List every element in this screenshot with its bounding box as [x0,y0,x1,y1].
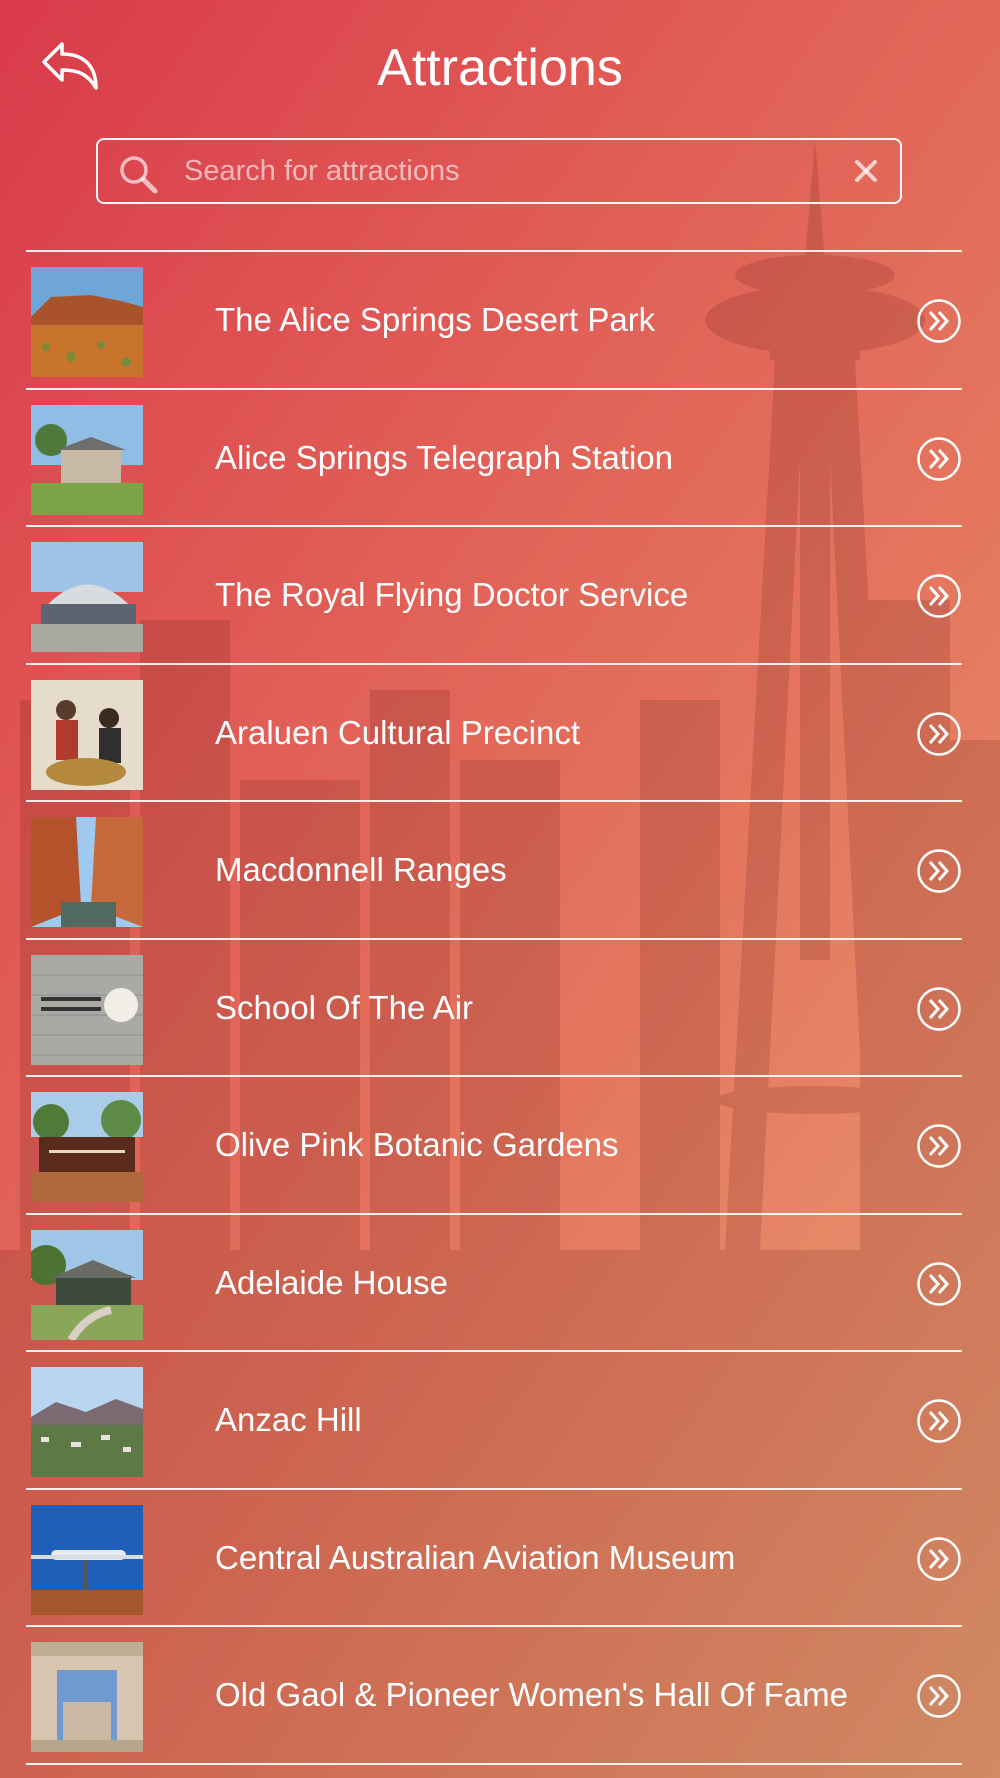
attraction-thumbnail [31,542,143,652]
search-input[interactable] [184,140,804,202]
chevron-double-right-icon[interactable] [916,436,962,482]
chevron-double-right-icon[interactable] [916,298,962,344]
list-item[interactable]: The Royal Flying Doctor Service [26,527,962,665]
attraction-thumbnail [31,679,143,790]
attraction-name: Araluen Cultural Precinct [215,713,580,751]
attraction-thumbnail [31,1504,143,1615]
attraction-thumbnail [31,1092,143,1202]
chevron-double-right-icon[interactable] [916,711,962,757]
chevron-double-right-icon[interactable] [916,986,962,1032]
list-item[interactable]: Central Australian Aviation Museum [26,1490,962,1627]
list-item[interactable]: The Alice Springs Desert Park [26,252,962,390]
chevron-double-right-icon[interactable] [916,1536,962,1582]
chevron-double-right-icon[interactable] [916,1398,962,1444]
list-item[interactable]: Araluen Cultural Precinct [26,665,962,802]
chevron-double-right-icon[interactable] [916,1123,962,1169]
chevron-double-right-icon[interactable] [916,573,962,619]
search-bar [96,138,902,204]
attraction-thumbnail [31,1229,143,1340]
attraction-name: School Of The Air [215,988,474,1026]
attraction-name: Macdonnell Ranges [215,851,507,888]
list-item[interactable]: School Of The Air [26,940,962,1077]
search-icon [120,156,158,194]
chevron-double-right-icon[interactable] [916,1673,962,1719]
attractions-list: The Alice Springs Desert Park Alice Spri… [26,250,962,1765]
attraction-thumbnail [31,817,143,927]
list-item[interactable]: Macdonnell Ranges [26,802,962,940]
page-title: Attractions [377,39,623,97]
attraction-thumbnail [31,954,143,1065]
attraction-name: Olive Pink Botanic Gardens [215,1126,619,1163]
list-item[interactable]: Alice Springs Telegraph Station [26,390,962,527]
attraction-thumbnail [31,404,143,515]
close-icon[interactable] [852,157,880,185]
attraction-name: Old Gaol & Pioneer Women's Hall Of Fame [215,1676,848,1713]
attraction-thumbnail [31,1367,143,1477]
attraction-thumbnail [31,267,143,377]
list-item[interactable]: Old Gaol & Pioneer Women's Hall Of Fame [26,1627,962,1765]
list-item[interactable]: Adelaide House [26,1215,962,1352]
list-item[interactable]: Olive Pink Botanic Gardens [26,1077,962,1215]
chevron-double-right-icon[interactable] [916,848,962,894]
attraction-name: Adelaide House [215,1263,448,1301]
chevron-double-right-icon[interactable] [916,1261,962,1307]
attraction-name: Central Australian Aviation Museum [215,1538,736,1576]
attraction-name: The Royal Flying Doctor Service [215,576,689,613]
attraction-name: Alice Springs Telegraph Station [215,438,674,476]
attraction-name: The Alice Springs Desert Park [215,301,656,338]
attraction-name: Anzac Hill [215,1401,362,1438]
list-item[interactable]: Anzac Hill [26,1352,962,1490]
attraction-thumbnail [31,1642,143,1752]
header: Attractions [0,0,1000,130]
